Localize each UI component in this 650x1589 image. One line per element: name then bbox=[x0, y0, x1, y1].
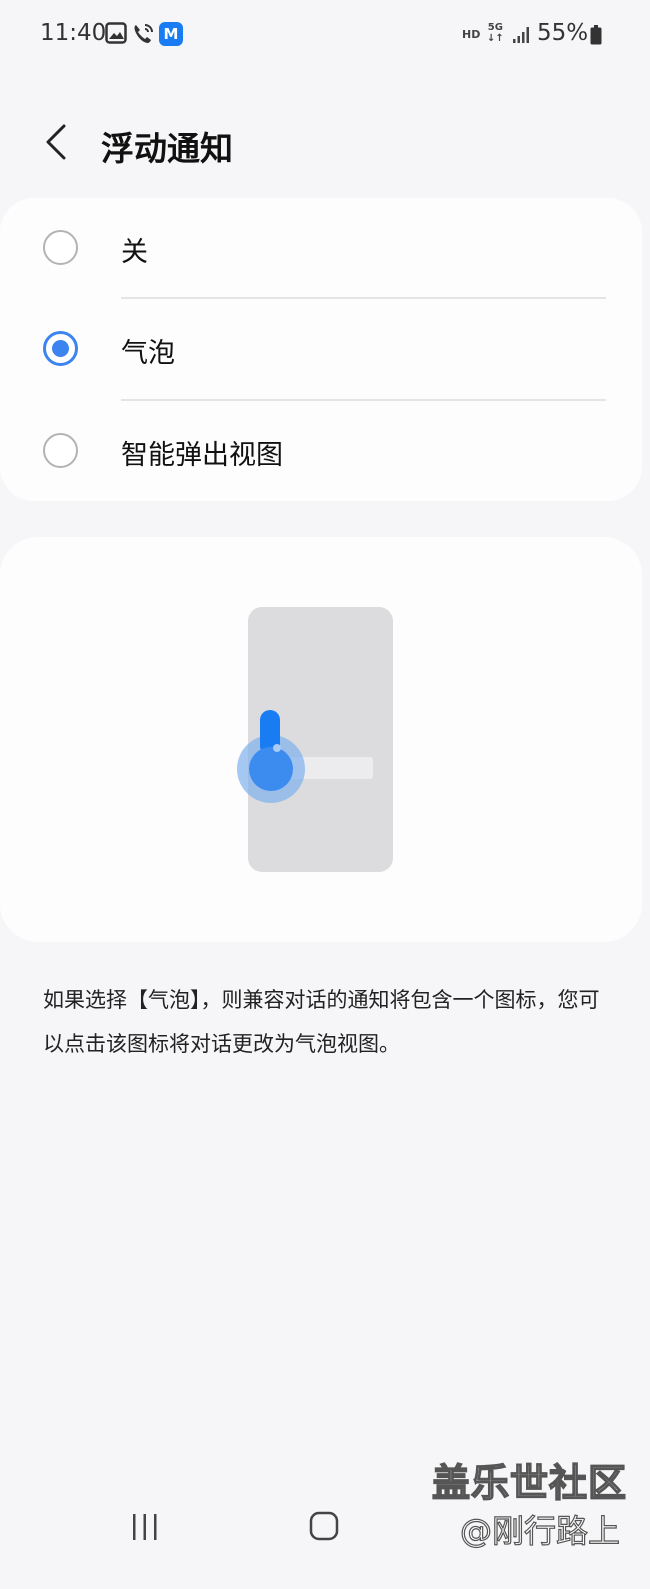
watermark-title: 盖乐世社区 bbox=[431, 1460, 628, 1506]
watermark-author: @刚行路上 bbox=[459, 1511, 621, 1550]
network-5g-indicator: 5G ↓↑ bbox=[487, 22, 504, 44]
battery-icon bbox=[590, 25, 602, 45]
home-button[interactable] bbox=[309, 1510, 339, 1542]
page-title: 浮动通知 bbox=[101, 129, 233, 168]
back-button[interactable] bbox=[38, 120, 78, 164]
option-bubble-label: 气泡 bbox=[121, 338, 175, 369]
status-bar: 11:40 M HD 5G ↓↑ 55% bbox=[0, 0, 650, 70]
bubble-illustration bbox=[237, 607, 393, 872]
option-smart-popup[interactable]: 智能弹出视图 bbox=[0, 401, 642, 501]
gallery-icon bbox=[105, 22, 127, 44]
options-card: 关 气泡 智能弹出视图 bbox=[0, 198, 642, 501]
radio-smart-popup[interactable] bbox=[43, 433, 78, 468]
option-off[interactable]: 关 bbox=[0, 198, 642, 298]
option-bubble[interactable]: 气泡 bbox=[0, 299, 642, 399]
radio-off[interactable] bbox=[43, 230, 78, 265]
illustration-card bbox=[0, 537, 642, 942]
status-time: 11:40 bbox=[40, 20, 107, 46]
signal-icon bbox=[513, 27, 529, 43]
description-text: 如果选择【气泡】，则兼容对话的通知将包含一个图标，您可以点击该图标将对话更改为气… bbox=[43, 988, 600, 1056]
m-app-icon: M bbox=[159, 22, 183, 46]
wifi-call-icon bbox=[134, 24, 153, 43]
hd-indicator: HD bbox=[462, 28, 481, 41]
header: 浮动通知 bbox=[0, 100, 650, 190]
radio-bubble[interactable] bbox=[43, 331, 78, 366]
battery-percent: 55% bbox=[537, 20, 589, 46]
option-off-label: 关 bbox=[121, 237, 148, 268]
recent-apps-button[interactable] bbox=[128, 1512, 162, 1542]
option-smart-popup-label: 智能弹出视图 bbox=[121, 440, 283, 471]
